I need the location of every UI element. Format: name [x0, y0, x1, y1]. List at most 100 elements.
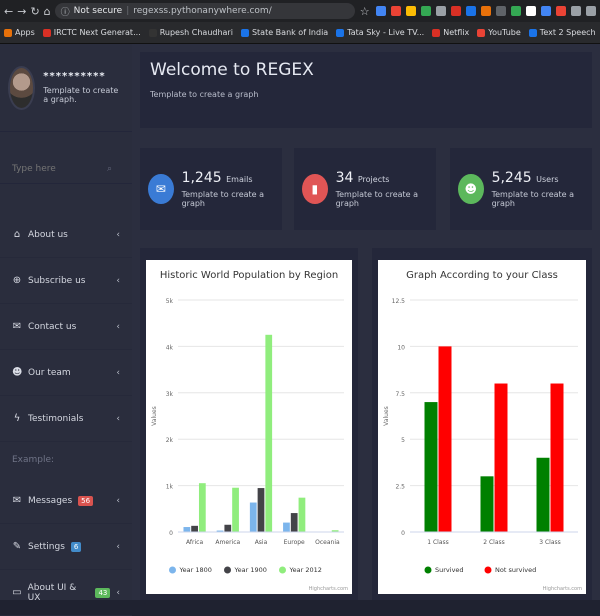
bookmark-item[interactable]: Text 2 Speech — [528, 28, 596, 37]
bar — [494, 383, 508, 532]
extension-icon[interactable] — [435, 6, 446, 16]
extension-icon[interactable] — [540, 6, 551, 16]
extension-icon[interactable] — [405, 6, 416, 16]
sidebar-item[interactable]: ✎ Settings 6 ‹ — [0, 524, 132, 570]
y-axis-label: Values — [151, 406, 158, 426]
bookmark-item[interactable]: Netflix — [432, 28, 469, 37]
x-tick-label: 3 Class — [539, 539, 561, 546]
extension-icon[interactable] — [480, 6, 491, 16]
sidebar-item[interactable]: ☻ Our team ‹ — [0, 350, 132, 396]
extension-icon[interactable] — [450, 6, 461, 16]
legend-marker — [279, 566, 286, 574]
y-tick-label: 5k — [166, 298, 174, 305]
chart-credit: Highcharts.com — [309, 586, 348, 592]
chart-card-population: Historic World Population by Region 0 1k 2k… — [146, 260, 352, 594]
y-tick-label: 10 — [397, 344, 405, 351]
extensions-row: ☆ ⋮ — [359, 4, 600, 18]
stat-unit: Users — [536, 175, 559, 184]
x-tick-label: 2 Class — [483, 539, 505, 546]
bookmark-item[interactable]: Apps — [4, 28, 35, 37]
bookmark-favicon-icon — [432, 28, 441, 37]
forward-icon[interactable]: → — [17, 4, 26, 18]
chart-title: Graph According to your Class — [406, 270, 558, 281]
sidebar-item[interactable]: ✉ Contact us ‹ — [0, 304, 132, 350]
sidebar-item[interactable]: ⊕ Subscribe us ‹ — [0, 258, 132, 304]
bar — [265, 334, 273, 532]
file-icon: ▮ — [302, 174, 328, 204]
page-subtitle: Template to create a graph — [150, 90, 259, 99]
bookmark-favicon-icon — [528, 28, 537, 37]
chevron-left-icon[interactable]: ‹ — [116, 276, 120, 286]
y-tick-label: 7.5 — [395, 391, 405, 398]
extension-icon[interactable] — [495, 6, 506, 16]
address-bar[interactable]: ⓘ Not secure | regexss.pythonanywhere.co… — [54, 3, 355, 19]
bar — [298, 497, 306, 532]
back-icon[interactable]: ← — [4, 4, 13, 18]
x-tick-label: Africa — [186, 539, 203, 546]
stat-subtitle: Template to create a graph — [181, 190, 265, 208]
sidebar-item-label: About us — [28, 229, 68, 240]
bookmark-item[interactable]: Rupesh Chaudhari — [148, 28, 233, 37]
y-tick-label: 2k — [166, 437, 174, 444]
search-icon[interactable]: ⌕ — [107, 164, 112, 174]
search-box: ⌕ — [0, 154, 132, 184]
extension-icon[interactable] — [585, 6, 596, 16]
stat-subtitle: Template to create a graph — [335, 190, 419, 208]
legend-marker — [169, 566, 176, 574]
sidebar-item[interactable]: ϟ Testimonials ‹ — [0, 396, 132, 442]
bookmark-label: Tata Sky - Live TV... — [347, 28, 425, 37]
legend-label: Year 2012 — [289, 566, 322, 574]
extension-icon[interactable] — [390, 6, 401, 16]
sidebar-item-label: Messages — [28, 495, 73, 506]
star-icon[interactable]: ☆ — [359, 4, 371, 18]
bookmark-item[interactable]: Tata Sky - Live TV... — [336, 28, 424, 37]
y-tick-label: 5 — [401, 437, 405, 444]
bookmark-item[interactable]: YouTube — [477, 28, 521, 37]
legend-label: Year 1800 — [179, 566, 212, 574]
url-text: regexss.pythonanywhere.com/ — [133, 6, 272, 16]
bar — [480, 476, 494, 532]
reload-icon[interactable]: ↻ — [30, 4, 39, 18]
legend-marker — [484, 566, 492, 574]
extension-icon[interactable] — [555, 6, 566, 16]
bookmark-label: Netflix — [443, 28, 470, 37]
chevron-left-icon[interactable]: ‹ — [116, 414, 120, 424]
bar — [550, 383, 564, 532]
sidebar-item[interactable]: ✉ Messages 56 ‹ — [0, 478, 132, 524]
chevron-left-icon[interactable]: ‹ — [116, 322, 120, 332]
stat-number: 1,245 — [181, 170, 222, 186]
search-input[interactable] — [12, 163, 107, 174]
x-tick-label: Asia — [255, 539, 268, 546]
chevron-left-icon[interactable]: ‹ — [116, 496, 120, 506]
chart-panel-population: Historic World Population by Region 0 1k 2k… — [140, 248, 358, 600]
sidebar-item[interactable]: ⌂ About us ‹ — [0, 212, 132, 258]
bar — [224, 524, 232, 532]
life-ring-icon: ⊕ — [12, 275, 22, 286]
extension-icon[interactable] — [510, 6, 521, 16]
y-tick-label: 0 — [401, 530, 405, 537]
y-axis-label: Values — [383, 406, 390, 426]
legend-marker — [424, 566, 432, 574]
extension-icon[interactable] — [570, 6, 581, 16]
home-icon[interactable]: ⌂ — [44, 4, 51, 18]
bar — [183, 527, 191, 532]
bookmark-item[interactable]: State Bank of India — [240, 28, 329, 37]
chevron-left-icon[interactable]: ‹ — [116, 368, 120, 378]
bookmark-item[interactable]: IRCTC Next Generat... — [42, 28, 141, 37]
chevron-left-icon[interactable]: ‹ — [116, 230, 120, 240]
bookmark-favicon-icon — [240, 28, 249, 37]
section-label: Example: — [12, 455, 55, 465]
x-tick-label: Europe — [284, 539, 305, 546]
extension-icon[interactable] — [465, 6, 476, 16]
extension-icon[interactable] — [420, 6, 431, 16]
bookmark-label: Apps — [15, 28, 35, 37]
chevron-left-icon[interactable]: ‹ — [116, 542, 120, 552]
monitor-icon: ▭ — [12, 587, 22, 598]
extension-icon[interactable] — [375, 6, 386, 16]
extension-icon[interactable] — [525, 6, 536, 16]
bookmark-label: State Bank of India — [251, 28, 329, 37]
stat-value: 1,245 Emails — [182, 170, 274, 186]
sidebar-item[interactable]: ▭ About UI & UX 43 ‹ — [0, 570, 132, 616]
avatar[interactable] — [8, 65, 36, 110]
chevron-left-icon[interactable]: ‹ — [116, 588, 120, 598]
